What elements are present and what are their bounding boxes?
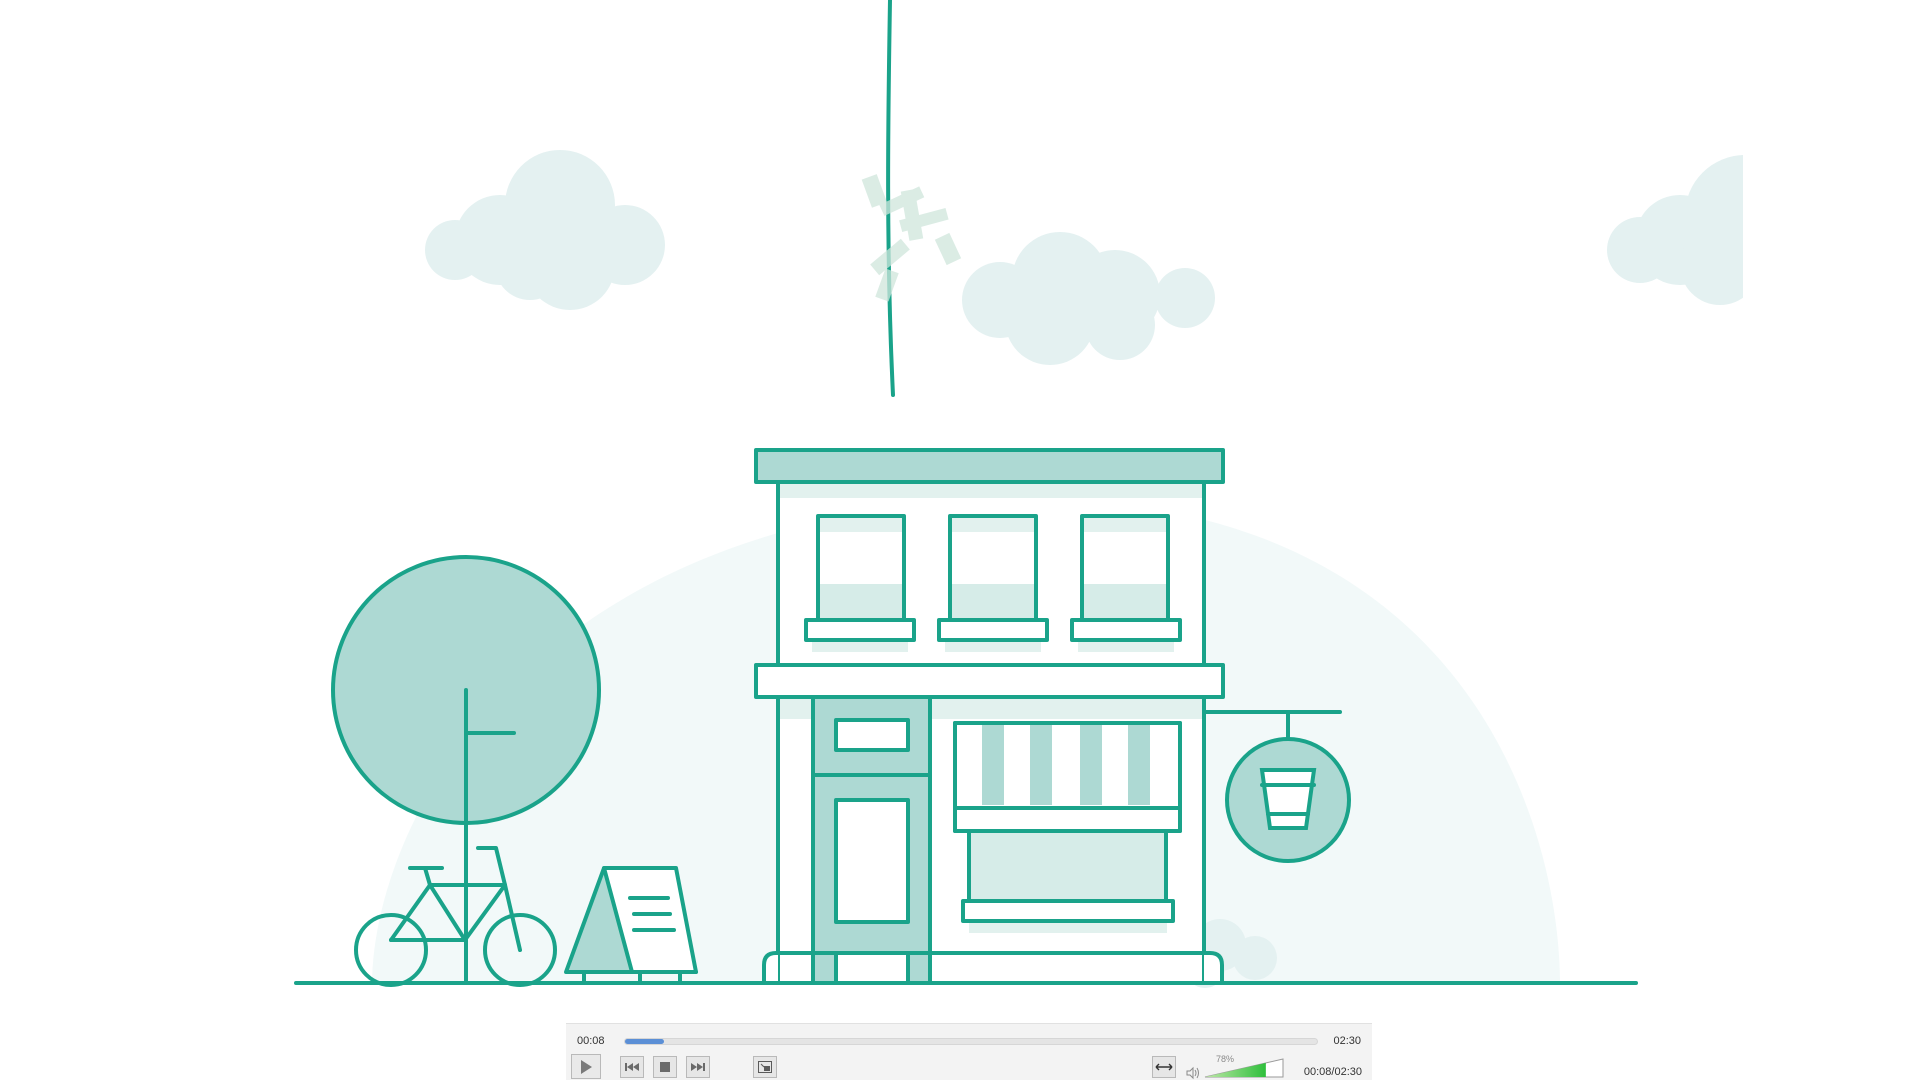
- elapsed-total-time: 00:08/02:30: [1303, 1066, 1362, 1078]
- media-player-controls: 00:08 02:30 78% 00:08/02:30: [566, 1023, 1372, 1080]
- volume-level: [1205, 1059, 1266, 1077]
- rope-icon: [886, 0, 895, 397]
- aspect-ratio-button[interactable]: [1152, 1056, 1176, 1078]
- total-time: 02:30: [1333, 1035, 1361, 1047]
- play-icon: [581, 1059, 592, 1074]
- next-icon: [691, 1063, 705, 1071]
- previous-button[interactable]: [620, 1056, 644, 1078]
- current-time: 00:08: [577, 1035, 605, 1047]
- fullscreen-icon: [758, 1061, 772, 1073]
- speaker-icon[interactable]: [1186, 1066, 1200, 1080]
- next-button[interactable]: [686, 1056, 710, 1078]
- cup-icon: [1259, 768, 1317, 830]
- stop-icon: [660, 1062, 670, 1072]
- cloud-icon: [962, 232, 1215, 365]
- video-stage[interactable]: 00:08 02:30 78% 00:08/02:30: [0, 0, 1920, 1080]
- aspect-ratio-icon: [1155, 1063, 1173, 1071]
- cloud-icon: [1607, 155, 1743, 305]
- seek-bar[interactable]: [624, 1038, 1318, 1045]
- stop-button[interactable]: [653, 1056, 677, 1078]
- cloud-icon: [425, 150, 665, 310]
- building-icon: [754, 448, 1225, 985]
- play-button[interactable]: [571, 1054, 601, 1079]
- seek-progress: [625, 1039, 665, 1044]
- previous-icon: [625, 1063, 639, 1071]
- fullscreen-button[interactable]: [753, 1056, 777, 1078]
- volume-slider[interactable]: [1204, 1058, 1284, 1078]
- animation-scene: [294, 0, 1743, 988]
- leaf-decoration: [861, 174, 962, 302]
